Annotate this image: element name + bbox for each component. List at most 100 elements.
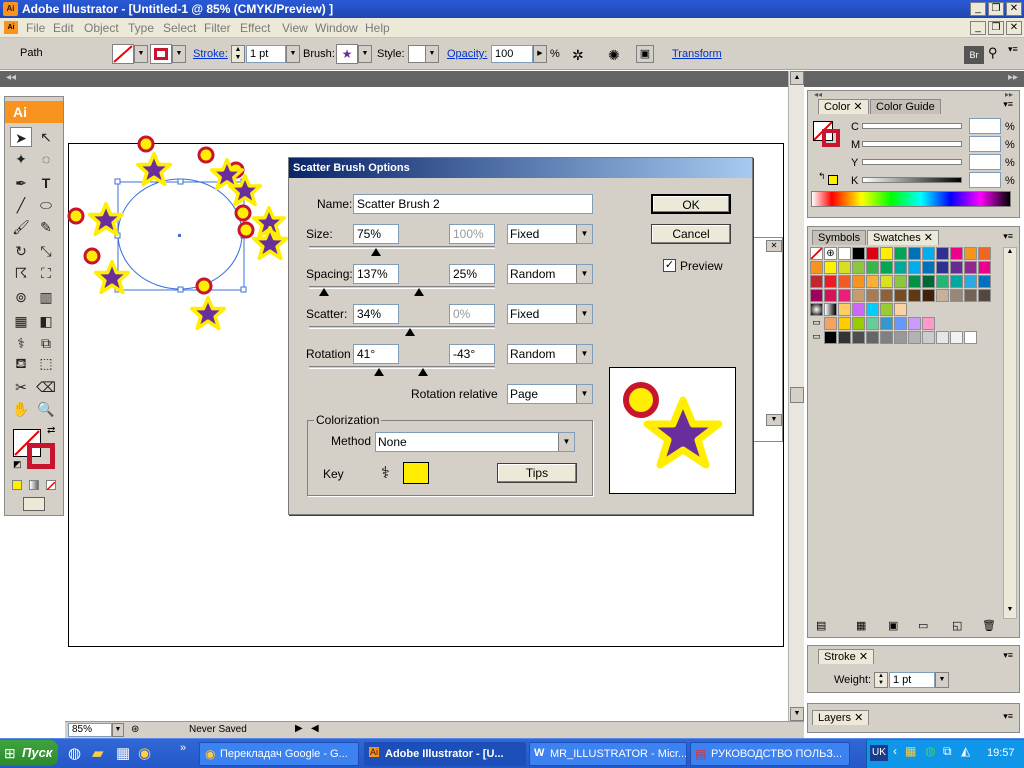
stroke-dropdown[interactable]: ▼ bbox=[172, 45, 186, 63]
rotation-relative-select[interactable]: Page ▼ bbox=[507, 384, 593, 404]
zoom-input[interactable]: 85% bbox=[68, 723, 112, 737]
swatch-chip[interactable] bbox=[964, 247, 977, 260]
screen-mode-icon[interactable] bbox=[23, 497, 45, 511]
swatch-chip[interactable] bbox=[824, 261, 837, 274]
tray-volume-icon[interactable]: ◭ bbox=[961, 744, 970, 758]
channel-y-slider[interactable] bbox=[862, 159, 962, 165]
swatch-chip[interactable] bbox=[950, 275, 963, 288]
background-scroll-down-icon[interactable]: ▼ bbox=[766, 414, 782, 426]
swatch-chip[interactable] bbox=[978, 275, 991, 288]
preview-checkbox[interactable]: ✓ bbox=[663, 259, 676, 272]
status-icon[interactable]: ⊛ bbox=[131, 724, 139, 735]
doc-restore-icon[interactable]: ❐ bbox=[988, 21, 1004, 35]
swatches-menu-icon[interactable]: ▾≡ bbox=[1003, 231, 1013, 242]
color-stroke-icon[interactable] bbox=[822, 129, 840, 147]
rotation-mode-select[interactable]: Random ▼ bbox=[507, 344, 593, 364]
opacity-link[interactable]: Opacity: bbox=[447, 48, 487, 60]
swatch-chip[interactable] bbox=[922, 261, 935, 274]
scatter-artwork[interactable] bbox=[60, 130, 300, 340]
brush-star-icon[interactable]: ★ bbox=[336, 44, 358, 64]
rotation-value-input[interactable]: 41° bbox=[353, 344, 399, 364]
menu-type[interactable]: Type bbox=[128, 21, 154, 35]
swatch-chip[interactable] bbox=[838, 261, 851, 274]
swatch-chip[interactable] bbox=[810, 289, 823, 302]
ok-button[interactable]: OK bbox=[651, 194, 731, 214]
swatch-chip[interactable] bbox=[894, 275, 907, 288]
rotation-max-input[interactable]: -43° bbox=[449, 344, 495, 364]
tray-network-icon[interactable]: ▦ bbox=[905, 744, 916, 758]
quicklaunch-excel-icon[interactable]: ▦ bbox=[116, 744, 130, 762]
swatch-chip[interactable]: ▭ bbox=[810, 317, 823, 330]
panel-collapse-icon[interactable]: ▸▸ bbox=[1005, 90, 1013, 99]
stroke-weight-input[interactable]: 1 pt bbox=[246, 45, 286, 63]
blend-icon[interactable]: ⧉ bbox=[35, 333, 57, 353]
menu-view[interactable]: View bbox=[282, 21, 308, 35]
scroll-down-icon[interactable]: ▼ bbox=[790, 707, 804, 721]
tray-connection-icon[interactable]: ⧉ bbox=[943, 744, 952, 759]
size-max-input[interactable]: 100% bbox=[449, 224, 495, 244]
spacing-slider-thumb-max[interactable] bbox=[414, 288, 424, 296]
swatch-chip[interactable] bbox=[866, 261, 879, 274]
background-panel-close-icon[interactable]: ✕ bbox=[766, 240, 782, 252]
key-color-swatch[interactable] bbox=[403, 462, 429, 484]
lasso-icon[interactable]: ◌ bbox=[35, 149, 57, 169]
status-arrow-icon[interactable]: ▶ bbox=[295, 723, 303, 734]
swatch-chip[interactable] bbox=[824, 289, 837, 302]
swatch-chip[interactable] bbox=[964, 275, 977, 288]
fill-dropdown[interactable]: ▼ bbox=[134, 45, 148, 63]
default-colors-icon[interactable]: ◩ bbox=[13, 459, 22, 470]
swatch-chip[interactable] bbox=[936, 289, 949, 302]
live-paint-select-icon[interactable]: ⬚ bbox=[35, 353, 57, 373]
task-word[interactable]: MR_ILLUSTRATOR - Micr... bbox=[529, 742, 687, 766]
rotation-slider-thumb-max[interactable] bbox=[418, 368, 428, 376]
swatch-chip[interactable] bbox=[936, 261, 949, 274]
swatch-chip[interactable] bbox=[810, 261, 823, 274]
panel-menu-icon[interactable]: ▾≡ bbox=[1008, 44, 1022, 64]
swatches-scroll-up-icon[interactable]: ▲ bbox=[1004, 248, 1016, 260]
swatch-chip[interactable] bbox=[852, 317, 865, 330]
swatch-chip[interactable] bbox=[894, 289, 907, 302]
swatch-chip[interactable] bbox=[824, 303, 837, 316]
scatter-mode-select[interactable]: Fixed ▼ bbox=[507, 304, 593, 324]
out-of-gamut-icon[interactable]: ↰ bbox=[818, 171, 826, 182]
quicklaunch-folder-icon[interactable]: ▰ bbox=[92, 744, 104, 762]
slice-icon[interactable]: ✂ bbox=[10, 377, 32, 397]
spacing-slider[interactable] bbox=[309, 286, 495, 289]
opacity-input[interactable]: 100 bbox=[491, 45, 533, 63]
color-spectrum[interactable] bbox=[811, 191, 1011, 207]
swatch-chip[interactable] bbox=[838, 275, 851, 288]
color-mode-icon[interactable] bbox=[12, 480, 22, 490]
swap-icon[interactable]: ⇄ bbox=[47, 425, 55, 436]
swatch-chip[interactable] bbox=[894, 247, 907, 260]
scatter-value-input[interactable]: 34% bbox=[353, 304, 399, 324]
stroke-indicator[interactable] bbox=[27, 443, 55, 469]
mesh-icon[interactable]: ▦ bbox=[10, 311, 32, 331]
delete-swatch-icon[interactable]: 🗑 bbox=[982, 619, 996, 632]
stroke-swatch[interactable] bbox=[150, 44, 172, 64]
tab-color[interactable]: Color ✕ bbox=[818, 99, 869, 114]
swatch-chip[interactable] bbox=[964, 331, 977, 344]
swatch-chip[interactable] bbox=[950, 261, 963, 274]
rotation-slider[interactable] bbox=[309, 366, 495, 369]
new-group-icon[interactable]: ▭ bbox=[918, 619, 928, 632]
swatch-chip[interactable] bbox=[964, 289, 977, 302]
menu-edit[interactable]: Edit bbox=[53, 21, 74, 35]
eyedropper-icon[interactable]: ⚕ bbox=[381, 463, 390, 483]
eraser-icon[interactable]: ⌫ bbox=[35, 377, 57, 397]
spacing-max-input[interactable]: 25% bbox=[449, 264, 495, 284]
swatch-chip[interactable] bbox=[852, 303, 865, 316]
graph-icon[interactable]: ▥ bbox=[35, 287, 57, 307]
quicklaunch-ie-icon[interactable]: ◍ bbox=[68, 744, 81, 762]
rotation-slider-thumb-min[interactable] bbox=[374, 368, 384, 376]
swatch-chip[interactable] bbox=[880, 247, 893, 260]
menu-window[interactable]: Window bbox=[315, 21, 358, 35]
swatch-chip[interactable] bbox=[880, 317, 893, 330]
stroke-panel-menu-icon[interactable]: ▾≡ bbox=[1003, 650, 1013, 661]
quicklaunch-more-icon[interactable]: » bbox=[180, 742, 186, 754]
swatch-options-icon[interactable]: ▣ bbox=[888, 619, 898, 632]
swatch-libraries-icon[interactable]: ▤ bbox=[816, 619, 826, 632]
handle[interactable] bbox=[177, 286, 184, 293]
channel-m-slider[interactable] bbox=[862, 141, 962, 147]
transform-link[interactable]: Transform bbox=[672, 48, 722, 60]
task-pdf[interactable]: РУКОВОДСТВО ПОЛЬЗ... bbox=[690, 742, 850, 766]
